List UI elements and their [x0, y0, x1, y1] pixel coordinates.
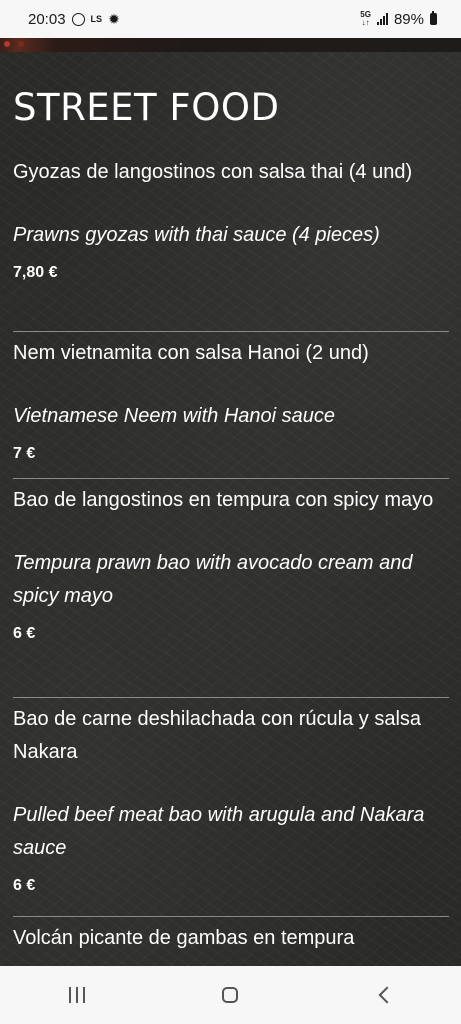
item-price: 6 € — [13, 625, 36, 642]
battery-percent: 89% — [393, 10, 424, 28]
signal-icon — [376, 13, 388, 25]
item-name-es: Nem vietnamita con salsa Hanoi (2 und) — [13, 342, 369, 364]
status-bar: 20:03 LS ✹ 5G ↓↑ 89% — [0, 0, 461, 38]
item-price: 6 € — [13, 877, 36, 894]
item-divider — [13, 916, 449, 917]
menu-content[interactable]: STREET FOOD Gyozas de langostinos con sa… — [0, 38, 461, 966]
menu-item[interactable]: Volcán picante de gambas en tempura — [13, 922, 449, 955]
network-indicator: 5G ↓↑ — [360, 10, 371, 27]
item-name-es: Gyozas de langostinos con salsa thai (4 … — [13, 161, 413, 183]
whatsapp-icon — [71, 12, 85, 26]
status-right: 5G ↓↑ 89% — [360, 11, 437, 28]
recents-icon — [68, 987, 85, 1003]
menu-item[interactable]: Nem vietnamita con salsa Hanoi (2 und) V… — [13, 337, 449, 463]
item-divider — [13, 697, 449, 698]
item-name-en: Prawns gyozas with thai sauce (4 pieces) — [13, 224, 380, 246]
menu-item[interactable]: Bao de carne deshilachada con rúcula y s… — [13, 703, 449, 895]
section-title: STREET FOOD — [13, 86, 280, 129]
menu-item[interactable]: Bao de langostinos en tempura con spicy … — [13, 484, 449, 643]
item-name-en: Tempura prawn bao with avocado cream and… — [13, 552, 413, 607]
back-button[interactable] — [354, 975, 414, 1015]
status-time: 20:03 — [28, 10, 66, 28]
navigation-bar — [0, 966, 461, 1024]
network-label: 5G — [360, 10, 371, 19]
sun-icon: ✹ — [108, 11, 120, 27]
status-left: 20:03 LS ✹ — [28, 11, 120, 28]
recents-button[interactable] — [47, 975, 107, 1015]
item-name-es: Volcán picante de gambas en tempura — [13, 927, 355, 949]
item-price: 7 € — [13, 445, 36, 462]
item-divider — [13, 478, 449, 479]
ls-indicator: LS — [90, 14, 103, 24]
banner-decoration — [18, 41, 24, 47]
menu-item[interactable]: Gyozas de langostinos con salsa thai (4 … — [13, 156, 449, 282]
banner-decoration — [4, 41, 10, 47]
home-icon — [222, 987, 239, 1003]
item-divider — [13, 331, 449, 332]
back-icon — [378, 986, 396, 1004]
item-name-en: Pulled beef meat bao with arugula and Na… — [13, 804, 425, 859]
home-button[interactable] — [200, 975, 260, 1015]
battery-icon — [430, 11, 437, 25]
item-price: 7,80 € — [13, 264, 58, 281]
item-name-en: Vietnamese Neem with Hanoi sauce — [13, 405, 336, 427]
header-image-strip — [0, 38, 461, 52]
item-name-es: Bao de langostinos en tempura con spicy … — [13, 489, 434, 511]
item-name-es: Bao de carne deshilachada con rúcula y s… — [13, 708, 422, 763]
